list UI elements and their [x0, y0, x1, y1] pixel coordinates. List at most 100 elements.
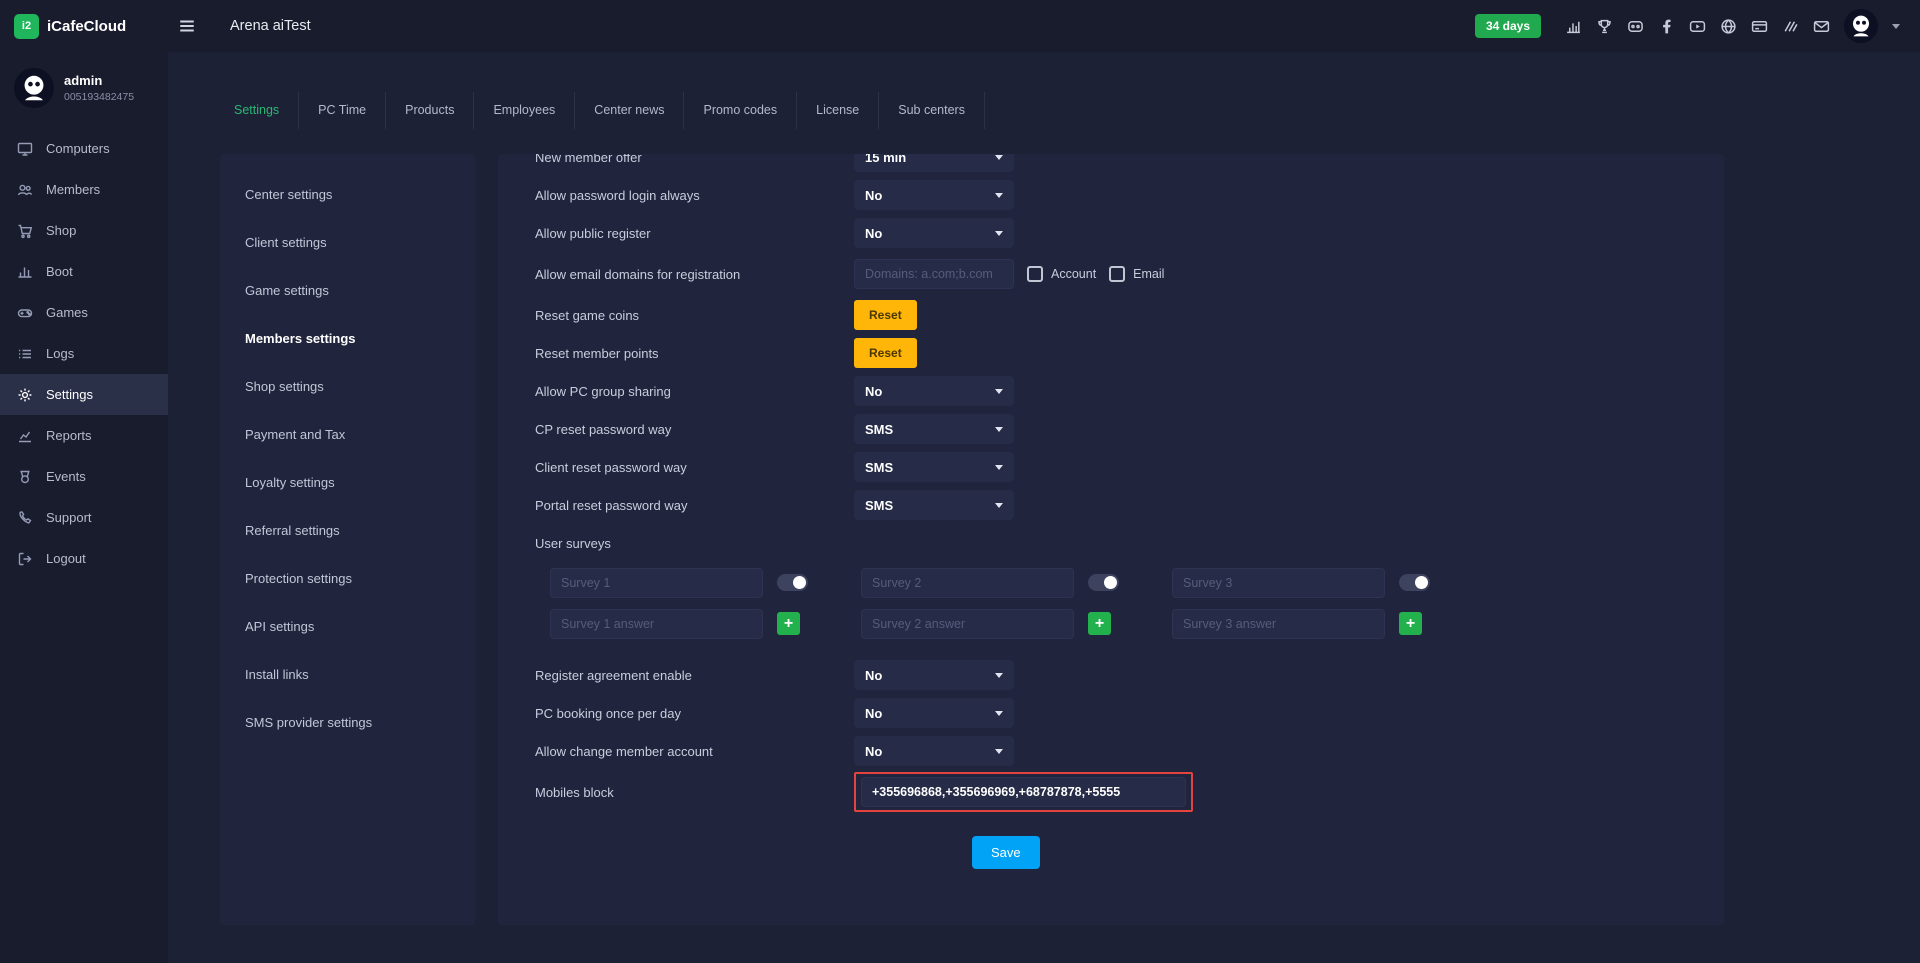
sidebar-item-label: Settings	[46, 387, 93, 402]
analytics-icon[interactable]	[1565, 18, 1582, 35]
survey-2-answer-input[interactable]	[861, 609, 1074, 639]
save-button[interactable]: Save	[972, 836, 1040, 869]
sidebar-item-computers[interactable]: Computers	[0, 128, 168, 169]
field-label: Register agreement enable	[535, 668, 854, 683]
gamepad-icon	[17, 305, 33, 321]
select-value: No	[865, 668, 882, 683]
tab-settings[interactable]: Settings	[215, 92, 299, 129]
survey-3-input[interactable]	[1172, 568, 1385, 598]
youtube-icon[interactable]	[1689, 18, 1706, 35]
sidebar-item-support[interactable]: Support	[0, 497, 168, 538]
reset-game-coins-button[interactable]: Reset	[854, 300, 917, 330]
tab-products[interactable]: Products	[386, 92, 474, 129]
allow-public-register-select[interactable]: No	[854, 218, 1014, 248]
sidebar-item-members[interactable]: Members	[0, 169, 168, 210]
email-checkbox[interactable]: Email	[1109, 266, 1164, 282]
chevron-down-icon[interactable]	[1892, 24, 1900, 29]
sidebar-item-shop[interactable]: Shop	[0, 210, 168, 251]
facebook-icon[interactable]	[1658, 18, 1675, 35]
settings-nav-protection-settings[interactable]: Protection settings	[220, 554, 475, 602]
settings-nav-install-links[interactable]: Install links	[220, 650, 475, 698]
tab-pc-time[interactable]: PC Time	[299, 92, 386, 129]
settings-nav-sms-provider-settings[interactable]: SMS provider settings	[220, 698, 475, 746]
select-value: No	[865, 706, 882, 721]
cp-reset-password-select[interactable]: SMS	[854, 414, 1014, 444]
selection-highlight-box	[854, 772, 1193, 812]
save-row: Save	[535, 836, 1694, 869]
form-row-new-member-offer: New member offer 15 min	[535, 154, 1694, 176]
discord-icon[interactable]	[1627, 18, 1644, 35]
settings-nav-shop-settings[interactable]: Shop settings	[220, 362, 475, 410]
change-member-account-select[interactable]: No	[854, 736, 1014, 766]
brand-logo-icon: i2	[14, 14, 39, 39]
sidebar-item-label: Support	[46, 510, 92, 525]
field-label: Reset game coins	[535, 308, 854, 323]
pc-booking-select[interactable]: No	[854, 698, 1014, 728]
settings-nav-game-settings[interactable]: Game settings	[220, 266, 475, 314]
survey-3-toggle[interactable]	[1399, 574, 1430, 591]
tab-employees[interactable]: Employees	[474, 92, 575, 129]
survey-1-input[interactable]	[550, 568, 763, 598]
checkbox-box[interactable]	[1027, 266, 1043, 282]
form-row-reset-member-points: Reset member points Reset	[535, 334, 1694, 372]
settings-nav-members-settings[interactable]: Members settings	[220, 314, 475, 362]
survey-2-input[interactable]	[861, 568, 1074, 598]
settings-nav-loyalty-settings[interactable]: Loyalty settings	[220, 458, 475, 506]
hamburger-menu-icon[interactable]	[178, 17, 196, 35]
survey-3-answer-input[interactable]	[1172, 609, 1385, 639]
card-icon[interactable]	[1751, 18, 1768, 35]
settings-nav-payment-and-tax[interactable]: Payment and Tax	[220, 410, 475, 458]
survey-1-answer-input[interactable]	[550, 609, 763, 639]
form-row-register-agreement: Register agreement enable No	[535, 656, 1694, 694]
toggle-knob	[793, 576, 806, 589]
mobiles-block-input[interactable]	[861, 777, 1186, 807]
mail-icon[interactable]	[1813, 18, 1830, 35]
sidebar-item-games[interactable]: Games	[0, 292, 168, 333]
sidebar-item-boot[interactable]: Boot	[0, 251, 168, 292]
sidebar-item-events[interactable]: Events	[0, 456, 168, 497]
tab-promo-codes[interactable]: Promo codes	[684, 92, 797, 129]
tab-center-news[interactable]: Center news	[575, 92, 684, 129]
select-value: 15 min	[865, 154, 906, 165]
survey-2-toggle[interactable]	[1088, 574, 1119, 591]
register-agreement-select[interactable]: No	[854, 660, 1014, 690]
survey-1-add-button[interactable]: +	[777, 612, 800, 635]
survey-1-toggle[interactable]	[777, 574, 808, 591]
account-checkbox[interactable]: Account	[1027, 266, 1096, 282]
survey-2-add-button[interactable]: +	[1088, 612, 1111, 635]
globe-icon[interactable]	[1720, 18, 1737, 35]
sidebar-item-label: Games	[46, 305, 88, 320]
portal-reset-password-select[interactable]: SMS	[854, 490, 1014, 520]
checkbox-box[interactable]	[1109, 266, 1125, 282]
field-label: Allow public register	[535, 226, 854, 241]
sidebar-item-reports[interactable]: Reports	[0, 415, 168, 456]
settings-nav-client-settings[interactable]: Client settings	[220, 218, 475, 266]
diagonal-lines-icon[interactable]	[1782, 18, 1799, 35]
client-reset-password-select[interactable]: SMS	[854, 452, 1014, 482]
field-label: User surveys	[535, 536, 854, 551]
new-member-offer-select[interactable]: 15 min	[854, 154, 1014, 172]
pc-group-sharing-select[interactable]: No	[854, 376, 1014, 406]
settings-nav-referral-settings[interactable]: Referral settings	[220, 506, 475, 554]
tab-license[interactable]: License	[797, 92, 879, 129]
field-label: Reset member points	[535, 346, 854, 361]
sidebar-item-logout[interactable]: Logout	[0, 538, 168, 579]
bars-icon	[17, 264, 33, 280]
trophy-icon[interactable]	[1596, 18, 1613, 35]
user-avatar[interactable]	[1844, 9, 1878, 43]
allow-password-login-select[interactable]: No	[854, 180, 1014, 210]
sidebar-item-settings[interactable]: Settings	[0, 374, 168, 415]
select-value: SMS	[865, 460, 893, 475]
topbar: i2 iCafeCloud Arena aiTest 34 days	[0, 0, 1920, 52]
settings-nav-center-settings[interactable]: Center settings	[220, 170, 475, 218]
sidebar-user[interactable]: admin 005193482475	[0, 52, 168, 128]
email-domains-input[interactable]	[854, 259, 1014, 289]
brand: i2 iCafeCloud	[0, 14, 168, 39]
content: Center settings Client settings Game set…	[168, 129, 1920, 925]
tab-sub-centers[interactable]: Sub centers	[879, 92, 985, 129]
reset-member-points-button[interactable]: Reset	[854, 338, 917, 368]
settings-nav-api-settings[interactable]: API settings	[220, 602, 475, 650]
license-days-badge[interactable]: 34 days	[1475, 14, 1541, 38]
sidebar-item-logs[interactable]: Logs	[0, 333, 168, 374]
survey-3-add-button[interactable]: +	[1399, 612, 1422, 635]
